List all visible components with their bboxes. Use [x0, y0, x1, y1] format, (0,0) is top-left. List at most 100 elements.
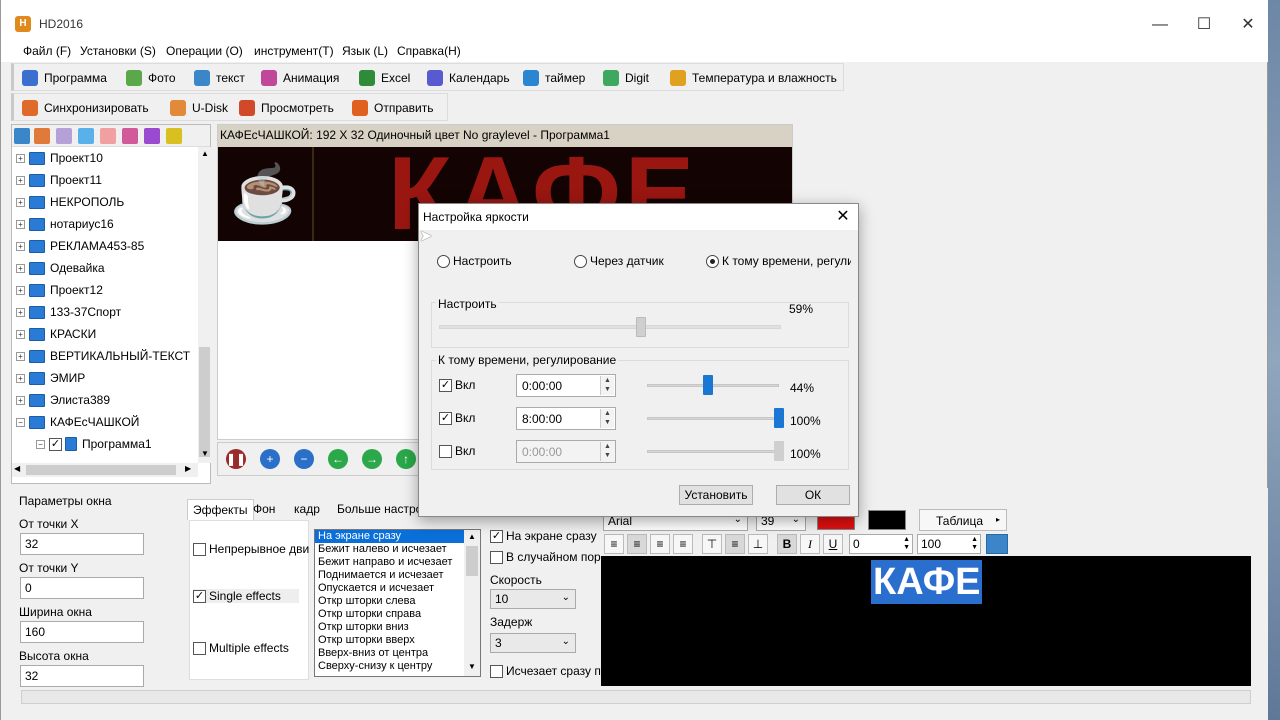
effect-list-item[interactable]: Вверх-вниз от центра [315, 647, 465, 660]
spinner-arrows-icon[interactable]: ▲ ▼ [600, 376, 614, 395]
tree-child-item[interactable]: − ✓ Программа1 [12, 433, 197, 455]
single-effects-checkbox[interactable]: ✓ Single effects [193, 589, 299, 604]
tree-item[interactable]: + Проект12 [12, 279, 197, 301]
scroll-left-icon[interactable]: ◀ [14, 464, 20, 473]
tree-horizontal-scrollbar[interactable]: ◀ ▶ [12, 463, 198, 477]
time-slider-thumb[interactable] [703, 375, 713, 395]
animation-button[interactable]: Анимация [261, 68, 339, 88]
time-slider-thumb[interactable] [774, 408, 784, 428]
timer-button[interactable]: таймер [523, 68, 585, 88]
align-middle-icon[interactable]: ≡ [725, 534, 745, 554]
udisk-button[interactable]: U-Disk [170, 98, 228, 118]
on-screen-checkbox[interactable]: ✓ На экране сразу [490, 529, 597, 544]
effect-list-item[interactable]: Откр шторки справа [315, 608, 465, 621]
effect-list-item[interactable]: Поднимается и исчезает [315, 569, 465, 582]
program-button[interactable]: Программа [22, 68, 107, 88]
text-button[interactable]: текст [194, 68, 245, 88]
effect-list[interactable]: На экране сразу Бежит налево и исчезает Бе… [314, 529, 481, 677]
expand-icon[interactable]: + [16, 307, 25, 317]
tree-item[interactable]: − КАФЕсЧАШКОЙ [12, 411, 197, 433]
digit-button[interactable]: Digit [603, 68, 649, 88]
continuous-checkbox[interactable]: Непрерывное дви [193, 542, 309, 557]
move-down-icon[interactable] [100, 128, 116, 144]
radio-by-time[interactable]: К тому времени, регулиро [706, 254, 851, 268]
list-scroll-thumb[interactable] [466, 546, 478, 576]
spacing-input[interactable]: 0 ▲ ▼ [849, 534, 913, 554]
tree-item[interactable]: + нотариус16 [12, 213, 197, 235]
zoom-out-icon[interactable]: − [294, 449, 314, 469]
menu-tools[interactable]: инструмент(T) [254, 44, 334, 58]
effect-list-item[interactable]: Опускается и исчезает [315, 582, 465, 595]
apply-button[interactable]: Установить [679, 485, 753, 505]
time-brightness-slider[interactable] [647, 384, 779, 387]
align-justify-icon[interactable]: ≡ [673, 534, 693, 554]
scroll-up-icon[interactable]: ▲ [201, 149, 209, 158]
check-icon[interactable] [144, 128, 160, 144]
tree-item[interactable]: +133-37Спорт [12, 301, 197, 323]
time-input[interactable]: 0:00:00 ▲ ▼ [516, 374, 616, 397]
expand-icon[interactable]: + [16, 285, 25, 295]
tree-item[interactable]: + Элиста389 [12, 389, 197, 411]
menu-settings[interactable]: Установки (S) [80, 44, 156, 58]
bold-button[interactable]: B [777, 534, 797, 554]
radio-sensor[interactable]: Через датчик [574, 254, 664, 268]
move-up-icon[interactable] [78, 128, 94, 144]
random-order-checkbox[interactable]: В случайном пор [490, 550, 601, 565]
tree-item[interactable]: + ВЕРТИКАЛЬНЫЙ-ТЕКСТ [12, 345, 197, 367]
time-input[interactable]: 8:00:00 ▲ ▼ [516, 407, 616, 430]
radio-manual[interactable]: Настроить [437, 254, 512, 268]
speed-select[interactable]: 10 ⌄ [490, 589, 576, 609]
image-icon[interactable] [986, 534, 1008, 554]
align-top-icon[interactable]: ⊤ [702, 534, 722, 554]
arrow-right-icon[interactable]: → [362, 449, 382, 469]
expand-icon[interactable]: + [16, 395, 25, 405]
tree-item[interactable]: + ЭМИР [12, 367, 197, 389]
calendar-button[interactable]: Календарь [427, 68, 510, 88]
effect-list-item[interactable]: Сверху-снизу к центру [315, 660, 465, 673]
arrow-left-icon[interactable]: ← [328, 449, 348, 469]
collapse-icon[interactable]: − [36, 439, 45, 449]
effect-list-item[interactable]: На экране сразу [315, 530, 465, 543]
list-scroll-up-icon[interactable]: ▲ [468, 532, 476, 541]
editor-selected-text[interactable]: КАФЕ [871, 560, 983, 604]
italic-button[interactable]: I [800, 534, 820, 554]
tree-item[interactable]: + Одевайка [12, 257, 197, 279]
align-bottom-icon[interactable]: ⊥ [748, 534, 768, 554]
align-right-icon[interactable]: ≡ [650, 534, 670, 554]
new-screen-icon[interactable] [14, 128, 30, 144]
time-enable-checkbox[interactable]: Вкл [439, 444, 475, 459]
menu-file[interactable]: Файл (F) [23, 44, 71, 58]
send-button[interactable]: Отправить [352, 98, 434, 118]
temperature-humidity-button[interactable]: Температура и влажность [670, 68, 837, 88]
photo-button[interactable]: Фото [126, 68, 176, 88]
hscroll-thumb[interactable] [26, 465, 176, 475]
list-scroll-down-icon[interactable]: ▼ [468, 662, 476, 671]
menu-operations[interactable]: Операции (O) [166, 44, 243, 58]
expand-icon[interactable]: + [16, 219, 25, 229]
expand-icon[interactable]: + [16, 351, 25, 361]
scroll-down-icon[interactable]: ▼ [201, 449, 209, 458]
spinner-arrows-icon[interactable]: ▲ ▼ [971, 536, 978, 552]
align-left-icon[interactable]: ≡ [604, 534, 624, 554]
effect-list-item[interactable]: Бежит налево и исчезает [315, 543, 465, 556]
effect-list-item[interactable]: Откр шторки вниз [315, 621, 465, 634]
expand-icon[interactable]: + [16, 329, 25, 339]
time-enable-checkbox[interactable]: ✓ Вкл [439, 378, 475, 393]
copy-icon[interactable] [56, 128, 72, 144]
menu-help[interactable]: Справка(H) [397, 44, 461, 58]
multiple-effects-checkbox[interactable]: Multiple effects [193, 641, 289, 656]
effect-list-item[interactable]: Откр шторки слева [315, 595, 465, 608]
tree-vertical-scrollbar[interactable]: ▲ ▼ [198, 147, 211, 463]
effect-list-item[interactable]: Бежит направо и исчезает [315, 556, 465, 569]
scroll-right-icon[interactable]: ▶ [185, 464, 191, 473]
arrow-up-icon[interactable]: ↑ [396, 449, 416, 469]
pause-icon[interactable]: ❚❚ [226, 449, 246, 469]
close-window-button[interactable]: ✕ [1225, 10, 1271, 40]
ok-button[interactable]: ОК [776, 485, 850, 505]
tab-frame[interactable]: кадр [289, 499, 325, 520]
menu-language[interactable]: Язык (L) [342, 44, 388, 58]
tab-effects[interactable]: Эффекты [187, 499, 254, 520]
expand-icon[interactable]: + [16, 373, 25, 383]
from-x-input[interactable]: 32 [20, 533, 144, 555]
effect-list-item[interactable]: Откр шторки вверх [315, 634, 465, 647]
